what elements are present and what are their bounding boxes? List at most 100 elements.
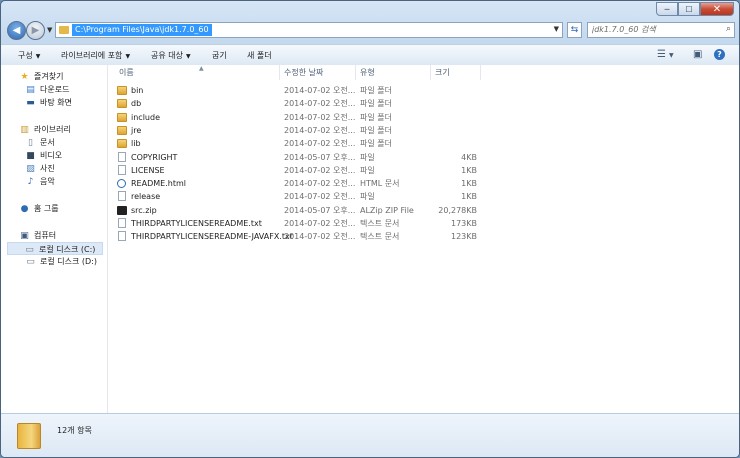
file-name: src.zip	[131, 205, 157, 215]
nav-label: 비디오	[40, 151, 63, 160]
organize-label: 구성	[18, 51, 33, 60]
address-path[interactable]: C:\Program Files\Java\jdk1.7.0_60	[72, 24, 212, 36]
nav-pictures[interactable]: ▨ 사진	[25, 162, 55, 175]
nav-label: 즐겨찾기	[34, 72, 64, 81]
file-row[interactable]: release 2014-07-02 오전... 파일 1KB	[115, 190, 477, 203]
folder-icon	[117, 99, 127, 109]
file-icon	[118, 231, 126, 242]
preview-pane-button[interactable]: ▣	[693, 49, 702, 60]
nav-music[interactable]: ♪ 음악	[25, 175, 55, 188]
search-icon[interactable]: ⌕	[726, 24, 731, 34]
explorer-window: ─ ☐ ✕ ◀ ▶ ▼ C:\Program Files\Java\jdk1.7…	[0, 0, 740, 458]
nav-local-disk-d[interactable]: ▭ 로컬 디스크 (D:)	[25, 255, 97, 268]
file-row[interactable]: jre 2014-07-02 오전... 파일 폴더	[115, 124, 475, 137]
file-date: 2014-07-02 오전...	[284, 125, 356, 135]
file-name: bin	[131, 86, 144, 95]
maximize-button[interactable]: ☐	[678, 2, 700, 16]
share-with-menu[interactable]: 공유 대상 ▼	[151, 50, 191, 61]
file-row[interactable]: lib 2014-07-02 오전... 파일 폴더	[115, 137, 475, 150]
file-type: 텍스트 문서	[360, 219, 400, 228]
navigation-pane: ★ 즐겨찾기 ▤ 다운로드 ▬ 바탕 화면 ▥ 라이브러리 ▯ 문서 ■ 비디오 ▨ 사진 ♪…	[1, 65, 108, 413]
zip-icon	[117, 205, 127, 215]
recent-pages-dropdown[interactable]: ▼	[47, 26, 52, 34]
view-options-button[interactable]: ☰ ▼	[657, 49, 674, 60]
column-header-date[interactable]: 수정한 날짜	[280, 65, 356, 80]
file-row[interactable]: db 2014-07-02 오전... 파일 폴더	[115, 97, 475, 110]
file-date: 2014-05-07 오후...	[284, 205, 356, 215]
file-type: 파일 폴더	[360, 86, 392, 95]
nav-label: 컴퓨터	[34, 231, 57, 240]
file-size: 20,278KB	[438, 205, 477, 215]
include-library-label: 라이브러리에 포함	[61, 51, 123, 60]
file-list: 이름 ▲ 수정한 날짜 유형 크기 bin 2014-07-02 오전... 파일 …	[108, 65, 739, 413]
file-type: 파일 폴더	[360, 139, 392, 149]
column-label: 이름	[119, 68, 134, 77]
file-icon	[118, 191, 126, 202]
file-name: lib	[131, 139, 141, 149]
file-name: jre	[131, 125, 142, 135]
file-row[interactable]: include 2014-07-02 오전... 파일 폴더	[115, 111, 475, 124]
folder-icon	[117, 112, 127, 122]
file-date: 2014-05-07 오후...	[284, 152, 356, 162]
nav-videos[interactable]: ■ 비디오	[25, 149, 62, 162]
file-icon	[118, 164, 126, 175]
file-date: 2014-07-02 오전...	[284, 165, 356, 175]
file-date: 2014-07-02 오전...	[284, 86, 356, 95]
file-date: 2014-07-02 오전...	[284, 232, 356, 242]
column-header-name[interactable]: 이름 ▲	[115, 65, 280, 80]
nav-libraries[interactable]: ▥ 라이브러리	[19, 123, 71, 136]
item-count: 12개 항목	[57, 426, 92, 435]
file-date: 2014-07-02 오전...	[284, 99, 356, 109]
file-row[interactable]: src.zip 2014-05-07 오후... ALZip ZIP File 20,…	[115, 204, 477, 217]
folder-icon	[117, 86, 127, 95]
nav-downloads[interactable]: ▤ 다운로드	[25, 83, 69, 96]
nav-label: 라이브러리	[34, 125, 71, 134]
column-header-size[interactable]: 크기	[431, 65, 481, 80]
nav-label: 사진	[40, 164, 55, 173]
minimize-button[interactable]: ─	[656, 2, 678, 16]
refresh-button[interactable]: ⇆	[567, 22, 582, 38]
file-date: 2014-07-02 오전...	[284, 112, 356, 122]
homegroup-icon: ●	[20, 204, 29, 214]
file-row[interactable]: THIRDPARTYLICENSEREADME-JAVAFX.txt 2014-0…	[115, 230, 477, 243]
file-size: 4KB	[461, 152, 477, 162]
nav-label: 홈 그룹	[34, 204, 59, 213]
file-row[interactable]: THIRDPARTYLICENSEREADME.txt 2014-07-02 오전…	[115, 217, 477, 230]
organize-menu[interactable]: 구성 ▼	[18, 50, 40, 61]
file-name: release	[131, 192, 161, 202]
address-bar[interactable]: C:\Program Files\Java\jdk1.7.0_60 ▼	[55, 22, 563, 38]
forward-button[interactable]: ▶	[26, 21, 45, 40]
nav-homegroup[interactable]: ● 홈 그룹	[19, 202, 59, 215]
column-header-type[interactable]: 유형	[356, 65, 431, 80]
new-folder-button[interactable]: 새 폴더	[247, 50, 272, 61]
burn-button[interactable]: 굽기	[212, 50, 227, 61]
folder-icon	[117, 125, 127, 135]
file-date: 2014-07-02 오전...	[284, 192, 356, 202]
nav-desktop[interactable]: ▬ 바탕 화면	[25, 96, 72, 109]
help-icon[interactable]: ?	[714, 49, 725, 60]
search-box[interactable]: ⌕	[587, 22, 735, 38]
close-button[interactable]: ✕	[700, 2, 734, 16]
drive-icon: ▭	[26, 257, 35, 267]
nav-computer[interactable]: ▣ 컴퓨터	[19, 229, 56, 242]
nav-documents[interactable]: ▯ 문서	[25, 136, 55, 149]
file-name: README.html	[131, 179, 186, 189]
file-row[interactable]: LICENSE 2014-07-02 오전... 파일 1KB	[115, 164, 477, 177]
include-library-menu[interactable]: 라이브러리에 포함 ▼	[61, 50, 130, 61]
chevron-down-icon: ▼	[47, 26, 53, 34]
file-row[interactable]: bin 2014-07-02 오전... 파일 폴더	[115, 84, 475, 97]
content-area: ★ 즐겨찾기 ▤ 다운로드 ▬ 바탕 화면 ▥ 라이브러리 ▯ 문서 ■ 비디오 ▨ 사진 ♪…	[1, 65, 739, 413]
folder-icon	[117, 139, 127, 149]
nav-label: 음악	[40, 177, 55, 186]
back-button[interactable]: ◀	[7, 21, 26, 40]
nav-label: 로컬 디스크 (C:)	[39, 245, 96, 254]
music-icon: ♪	[27, 177, 34, 187]
address-dropdown[interactable]: ▼	[554, 25, 559, 33]
file-row[interactable]: COPYRIGHT 2014-05-07 오후... 파일 4KB	[115, 151, 477, 164]
file-date: 2014-07-02 오전...	[284, 219, 356, 228]
nav-favorites[interactable]: ★ 즐겨찾기	[19, 70, 63, 83]
search-input[interactable]	[592, 25, 712, 34]
file-row[interactable]: README.html 2014-07-02 오전... HTML 문서 1KB	[115, 177, 477, 190]
nav-local-disk-c[interactable]: ▭ 로컬 디스크 (C:)	[7, 242, 103, 255]
chevron-down-icon: ▼	[668, 52, 674, 59]
